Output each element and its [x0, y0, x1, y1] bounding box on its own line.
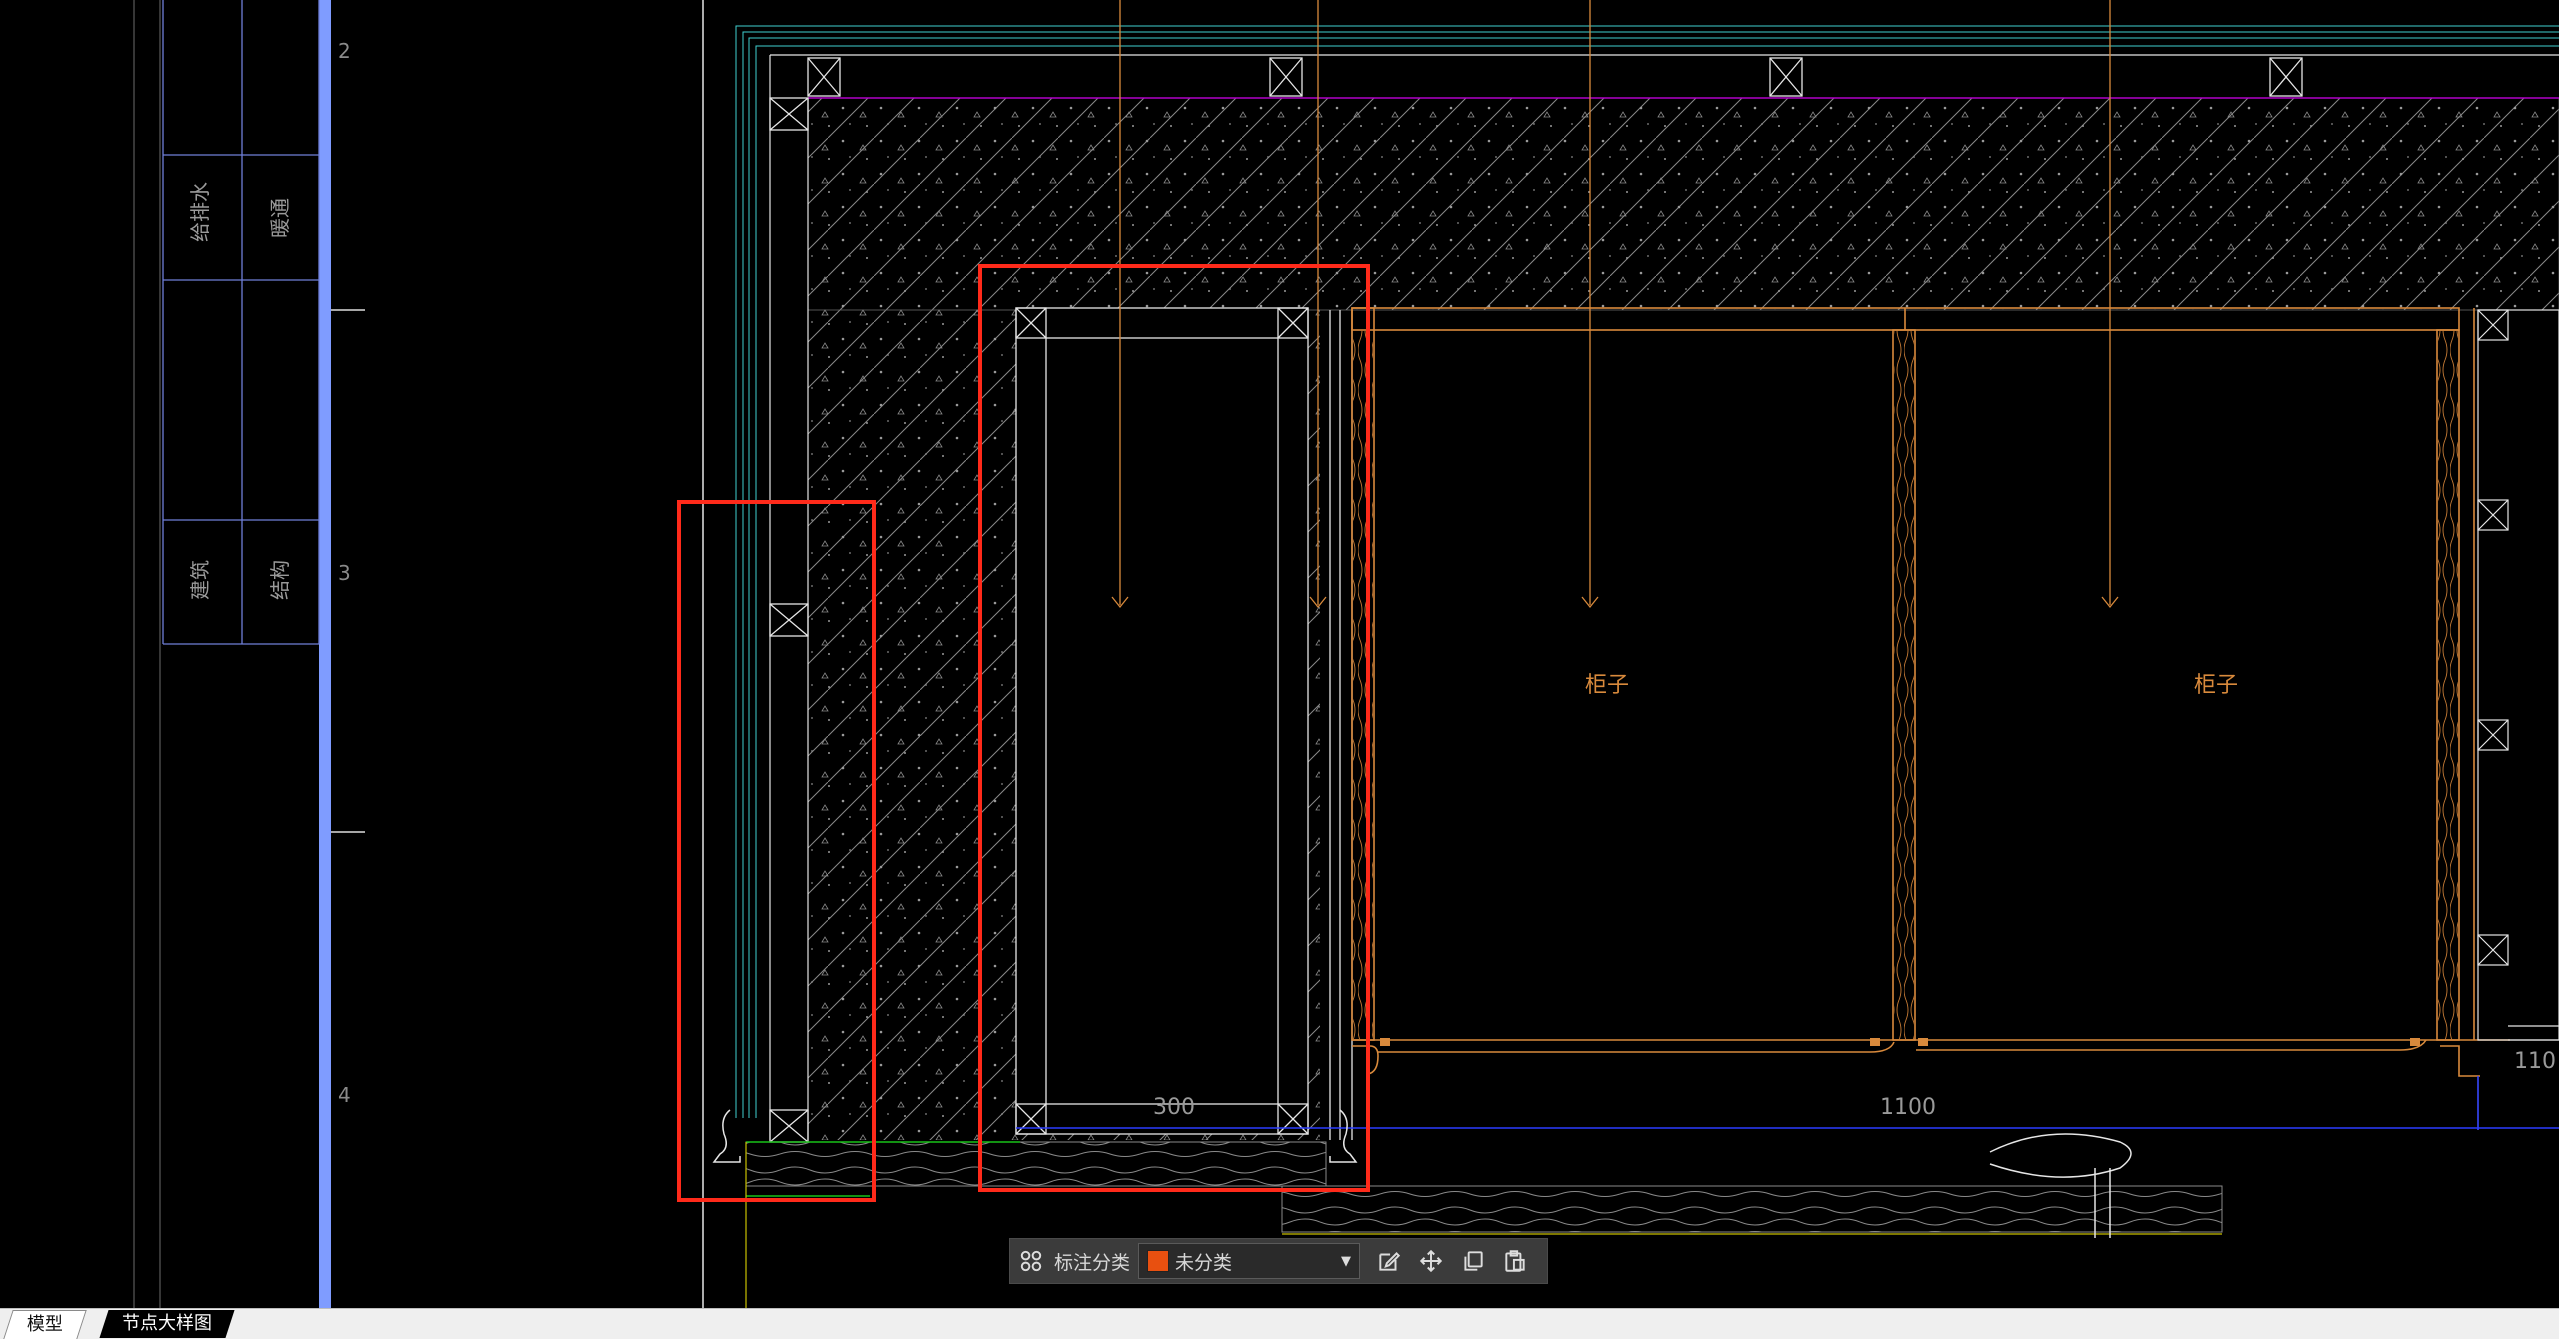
title-cell-hvac: 暖通	[268, 198, 292, 238]
grid-icon[interactable]	[1010, 1240, 1052, 1282]
ruler-mark: 3	[338, 561, 351, 585]
sheet-tab-bar: 模型 节点大样图	[0, 1308, 2559, 1339]
category-select-value: 未分类	[1175, 1251, 1233, 1274]
floor-wood	[1281, 1185, 2223, 1233]
tab-model-label: 模型	[26, 1314, 63, 1335]
ruler-bar	[319, 0, 331, 1308]
title-block	[162, 0, 320, 645]
tab-detail-label: 节点大样图	[122, 1313, 212, 1334]
annotation-category-label: 标注分类	[1054, 1251, 1131, 1274]
move-icon[interactable]	[1410, 1240, 1452, 1282]
tab-detail-drawing[interactable]: 节点大样图	[99, 1310, 235, 1338]
dimension-1100: 1100	[1880, 1095, 1936, 1120]
cabinet-outline	[1351, 307, 2510, 1077]
annotation-category-select[interactable]: 未分类 ▼	[1138, 1243, 1361, 1279]
dimension-300: 300	[1153, 1095, 1195, 1120]
annotation-toolbar: 标注分类 未分类 ▼	[1009, 1238, 1548, 1284]
title-cell-architecture: 建筑	[188, 560, 212, 600]
ruler-mark: 4	[338, 1083, 351, 1107]
ruler-mark: 2	[338, 39, 351, 63]
cad-drawing-canvas[interactable]: 2 3 4 给排水 暖通 建筑 结构 柜子 柜子 300 1100 110	[0, 0, 2559, 1308]
chevron-down-icon: ▼	[1341, 1253, 1352, 1269]
column-frame	[1015, 307, 1309, 1135]
paste-icon[interactable]	[1494, 1240, 1536, 1282]
room-label-cabinet: 柜子	[1585, 673, 1629, 698]
cabinet-side-grain	[2438, 331, 2458, 1039]
dimension-110: 110	[2514, 1049, 2556, 1074]
category-color-swatch	[1147, 1250, 1170, 1272]
tab-model[interactable]: 模型	[3, 1310, 87, 1339]
copy-icon[interactable]	[1452, 1240, 1494, 1282]
room-label-cabinet: 柜子	[2194, 673, 2238, 698]
title-cell-structure: 结构	[268, 560, 292, 600]
edit-icon[interactable]	[1368, 1240, 1410, 1282]
cabinet-side-grain	[1894, 331, 1914, 1039]
floor-wood	[745, 1141, 1327, 1187]
title-cell-plumbing: 给排水	[188, 182, 212, 242]
